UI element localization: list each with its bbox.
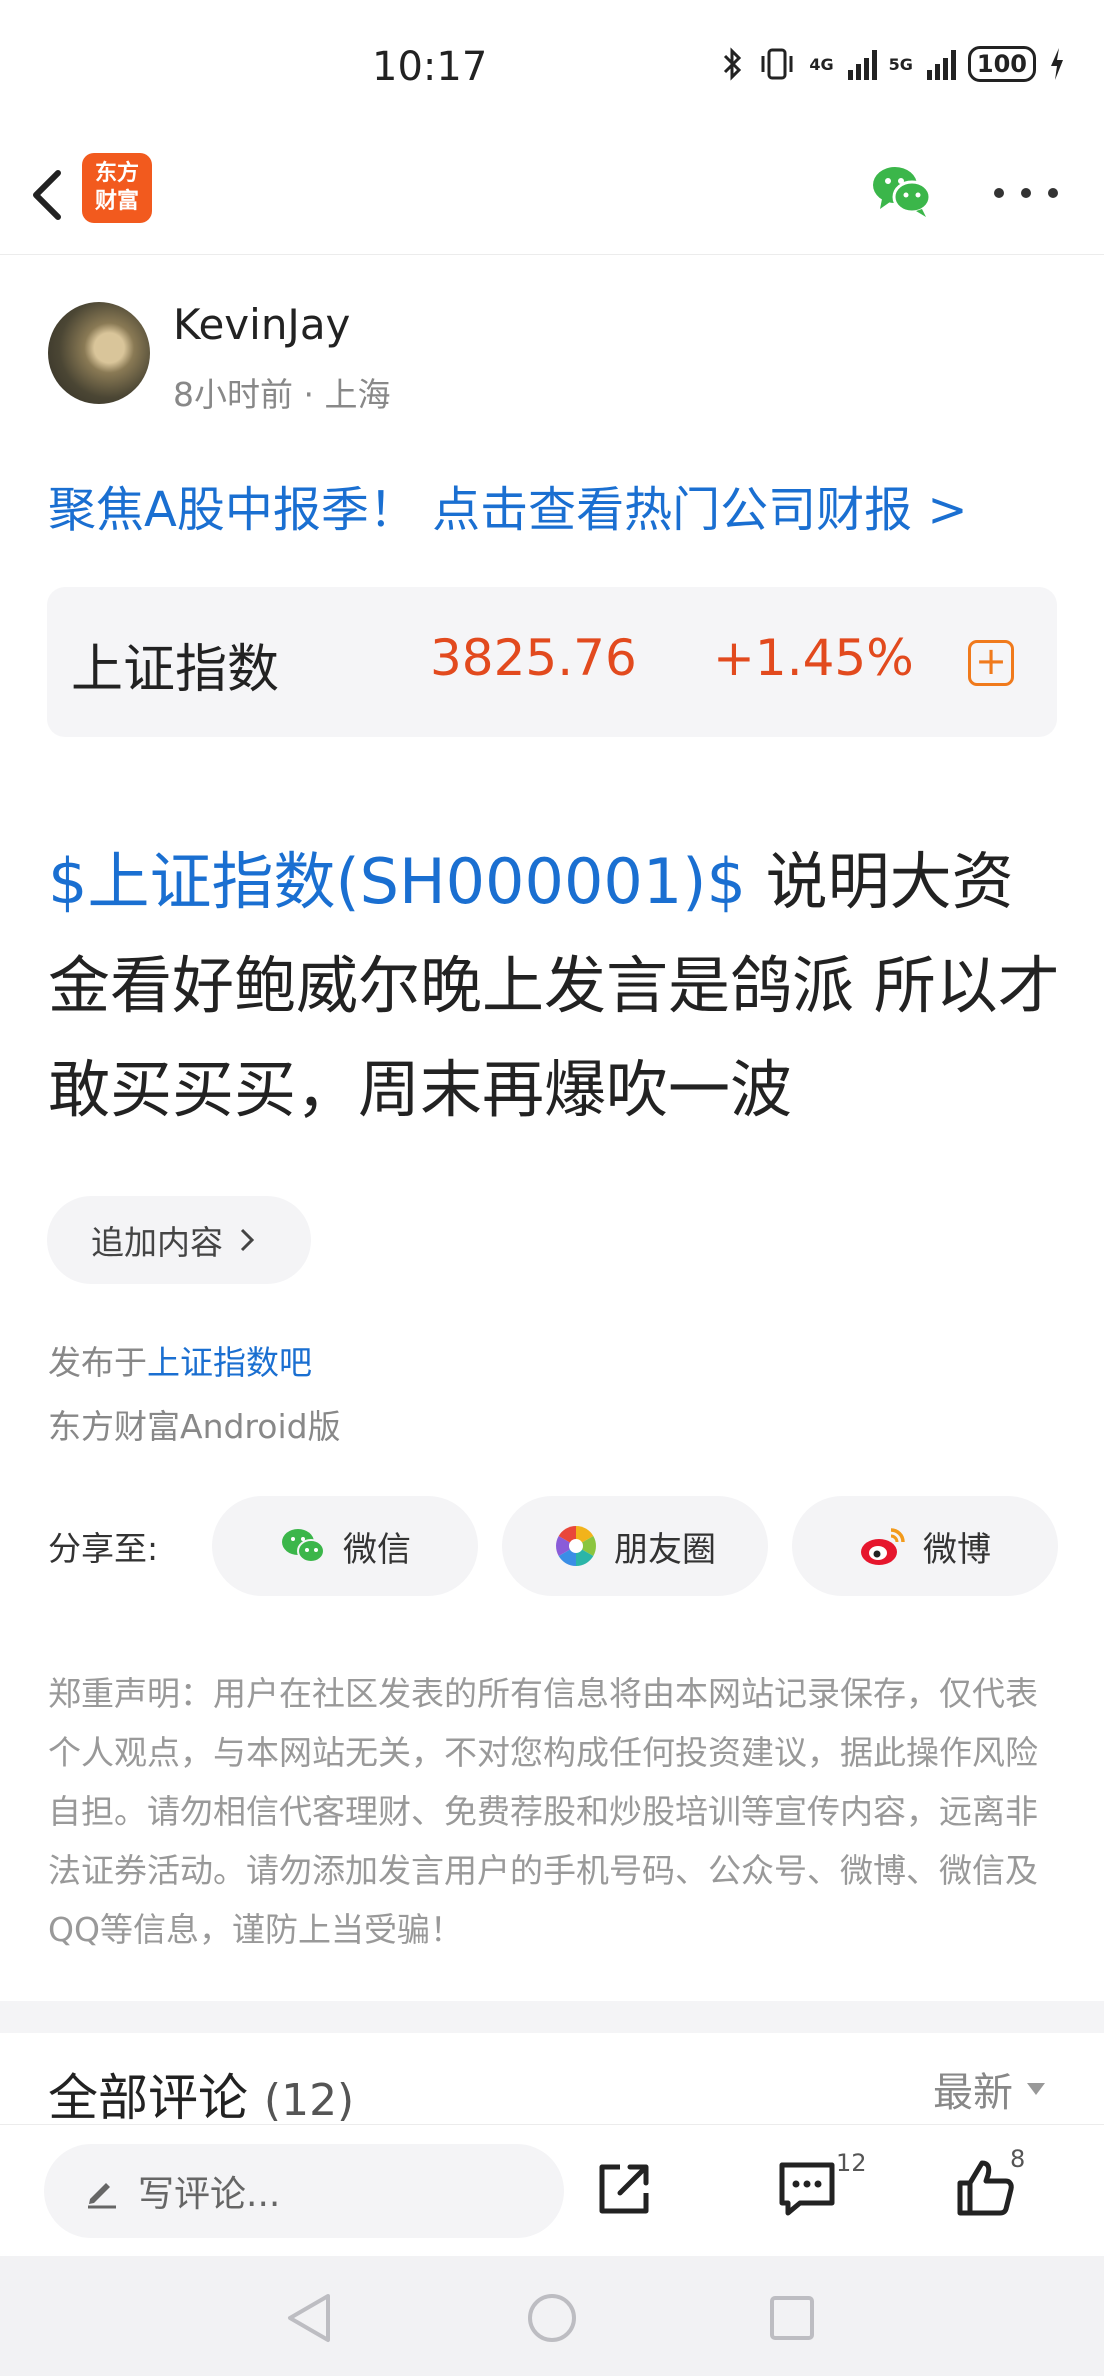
like-count-badge: 8	[1010, 2145, 1026, 2173]
signal-1-icon	[847, 48, 877, 80]
append-content-label: 追加内容	[91, 1223, 223, 1262]
add-stock-icon[interactable]: +	[968, 640, 1014, 686]
avatar[interactable]	[48, 302, 150, 404]
post-stock-tag[interactable]: $上证指数(SH000001)$	[48, 845, 746, 918]
sort-dropdown[interactable]: 最新	[933, 2060, 1045, 2118]
stock-card[interactable]: 上证指数 3825.76 +1.45% +	[47, 587, 1057, 737]
back-button[interactable]	[22, 157, 82, 233]
bluetooth-icon	[724, 47, 742, 81]
promo-link[interactable]: 聚焦A股中报季！ 点击查看热门公司财报 >	[48, 470, 968, 540]
nav-recents-button[interactable]	[762, 2288, 822, 2348]
status-bar: 10:17 4G 5G 100	[0, 0, 1104, 135]
battery-indicator: 100	[967, 46, 1036, 82]
stock-price: 3825.76	[430, 629, 637, 687]
comment-button[interactable]	[772, 2153, 842, 2223]
append-content-button[interactable]: 追加内容	[47, 1196, 311, 1284]
status-time: 10:17	[372, 44, 488, 90]
nav-back-icon	[288, 2294, 330, 2342]
page: 10:17 4G 5G 100 东方 财富 KevinJay 8小时前 · 上海…	[0, 0, 1104, 2376]
post-body: $上证指数(SH000001)$ 说明大资金看好鲍威尔晚上发言是鸽派 所以才敢买…	[48, 830, 1068, 1142]
share-weibo-label: 微博	[923, 1529, 991, 1570]
wechat-share-button[interactable]	[868, 157, 936, 225]
nav-back-button[interactable]	[280, 2288, 340, 2348]
share-wechat-button[interactable]: 微信	[212, 1496, 478, 1596]
wechat-icon	[873, 167, 932, 217]
logo-line-1: 东方	[94, 161, 139, 186]
network-5g-label: 5G	[888, 54, 913, 74]
comment-input[interactable]: 写评论...	[44, 2144, 564, 2238]
share-weibo-button[interactable]: 微博	[792, 1496, 1058, 1596]
share-moments-button[interactable]: 朋友圈	[502, 1496, 768, 1596]
share-label: 分享至:	[48, 1529, 159, 1568]
bottom-action-bar: 写评论... 12 8	[0, 2124, 1104, 2256]
nav-recents-icon	[770, 2296, 814, 2340]
signal-2-icon	[926, 48, 956, 80]
logo-line-2: 财富	[94, 189, 139, 214]
comment-placeholder: 写评论...	[138, 2174, 281, 2215]
network-4g-label: 4G	[809, 54, 834, 74]
client-info: 东方财富Android版	[48, 1407, 341, 1446]
nav-home-button[interactable]	[522, 2288, 582, 2348]
share-out-icon	[599, 2164, 649, 2214]
disclaimer: 郑重声明：用户在社区发表的所有信息将由本网站记录保存，仅代表个人观点，与本网站无…	[48, 1674, 1038, 1949]
sort-label: 最新	[933, 2070, 1013, 2116]
stock-name: 上证指数	[71, 640, 280, 700]
dropdown-arrow-icon	[1027, 2083, 1045, 2095]
comments-header: 全部评论 (12)	[48, 2058, 354, 2130]
more-button[interactable]	[994, 175, 1058, 211]
more-icon	[1021, 188, 1031, 198]
moments-icon	[556, 1526, 596, 1566]
comment-count-badge: 12	[836, 2149, 867, 2177]
system-nav-bar	[0, 2256, 1104, 2376]
pencil-icon	[88, 2183, 116, 2209]
comments-count: (12)	[263, 2075, 355, 2126]
status-icons: 4G 5G 100	[721, 46, 1066, 82]
share-out-button[interactable]	[590, 2153, 660, 2223]
section-divider	[0, 2001, 1104, 2033]
back-icon	[33, 170, 61, 220]
comment-icon	[779, 2162, 835, 2216]
top-nav: 东方 财富	[0, 135, 1104, 255]
weibo-icon	[861, 1528, 905, 1565]
comments-title: 全部评论	[48, 2069, 248, 2127]
share-moments-label: 朋友圈	[614, 1529, 716, 1570]
charging-icon	[1051, 48, 1063, 80]
published-prefix: 发布于	[48, 1343, 147, 1382]
published-in: 发布于上证指数吧	[48, 1336, 312, 1384]
more-icon	[994, 188, 1004, 198]
wechat-icon	[282, 1529, 325, 1563]
app-logo[interactable]: 东方 财富	[82, 153, 152, 223]
share-wechat-label: 微信	[343, 1529, 411, 1570]
vibrate-icon	[761, 48, 793, 80]
author-meta: 8小时前 · 上海	[173, 375, 391, 414]
published-bar-link[interactable]: 上证指数吧	[147, 1343, 312, 1382]
more-icon	[1048, 188, 1058, 198]
chevron-right-icon	[240, 1228, 255, 1252]
stock-change: +1.45%	[713, 629, 914, 687]
nav-home-icon	[528, 2294, 576, 2342]
author-name[interactable]: KevinJay	[173, 300, 350, 349]
